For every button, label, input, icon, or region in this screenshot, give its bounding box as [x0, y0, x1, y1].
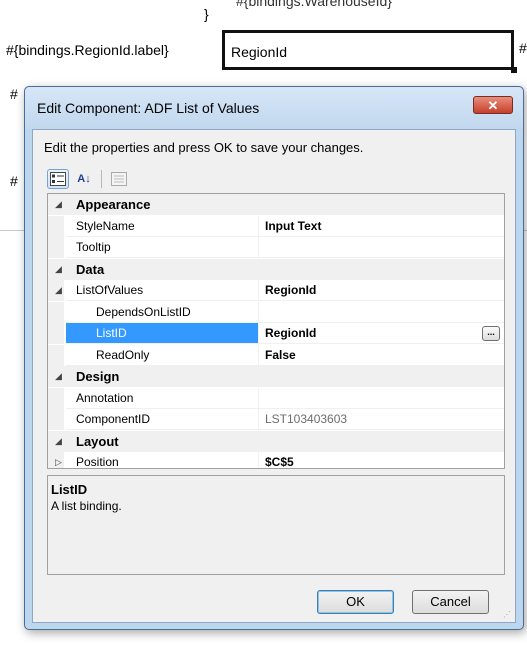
category-label: Data	[76, 261, 105, 277]
hash-mark: #	[519, 40, 527, 56]
hash-mark-left-2: #	[10, 173, 18, 189]
property-name[interactable]: Position	[66, 452, 258, 468]
dialog-titlebar[interactable]: Edit Component: ADF List of Values ✕	[25, 87, 523, 129]
resize-handle[interactable]	[511, 67, 517, 73]
instructions-text: Edit the properties and press OK to save…	[44, 140, 364, 155]
category-label: Layout	[76, 433, 119, 449]
sort-alphabetical-button[interactable]: A↓	[73, 169, 95, 189]
sort-az-icon: A↓	[77, 173, 91, 185]
collapse-icon[interactable]: ◢	[55, 259, 62, 280]
category-row[interactable]: ◢ Appearance	[48, 194, 504, 215]
category-row[interactable]: ◢ Design	[48, 366, 504, 387]
property-row[interactable]: ▷ Position $C$5	[48, 452, 504, 468]
row-gutter	[48, 301, 64, 323]
row-gutter	[48, 409, 64, 430]
property-pages-button[interactable]	[108, 169, 130, 189]
collapse-icon[interactable]: ◢	[55, 280, 62, 301]
property-name[interactable]: ListOfValues	[66, 280, 258, 301]
property-value[interactable]: Input Text	[258, 215, 504, 237]
categorized-icon	[50, 172, 66, 186]
property-row[interactable]: Tooltip	[48, 237, 504, 258]
property-value[interactable]	[258, 301, 504, 323]
property-value[interactable]: False	[258, 344, 504, 366]
collapse-icon[interactable]: ◢	[55, 194, 62, 215]
property-name[interactable]: DependsOnListID	[66, 302, 258, 323]
description-panel: ListID A list binding.	[47, 475, 505, 575]
cancel-button[interactable]: Cancel	[412, 590, 489, 614]
category-label: Appearance	[76, 197, 151, 212]
row-gutter	[48, 237, 64, 258]
collapse-icon[interactable]: ◢	[55, 366, 62, 387]
property-name[interactable]: StyleName	[66, 216, 258, 237]
property-grid: ◢ Appearance StyleName Input Text Tooltip ◢ Da…	[47, 193, 505, 469]
property-value[interactable]: RegionId...	[258, 323, 504, 344]
expand-icon[interactable]: ▷	[55, 452, 62, 468]
region-id-field[interactable]: RegionId	[222, 30, 514, 70]
dialog-body: Edit the properties and press OK to save…	[32, 129, 516, 623]
close-button[interactable]: ✕	[473, 96, 513, 114]
property-name[interactable]: Annotation	[66, 388, 258, 409]
property-value[interactable]: RegionId	[258, 280, 504, 301]
binding-fragment: #{bindings.WarehouseId}	[236, 0, 392, 9]
row-gutter	[48, 215, 64, 237]
property-row[interactable]: ReadOnly False	[48, 344, 504, 366]
category-label: Design	[76, 369, 120, 384]
category-row[interactable]: ◢ Layout	[48, 430, 504, 452]
property-value[interactable]	[258, 237, 504, 258]
property-value[interactable]	[258, 387, 504, 409]
property-name[interactable]: Tooltip	[66, 237, 258, 258]
property-value[interactable]: $C$5	[258, 452, 504, 468]
property-row[interactable]: ComponentID LST103403603	[48, 409, 504, 430]
property-row[interactable]: ListID RegionId...	[48, 323, 504, 344]
property-value[interactable]: LST103403603	[258, 409, 504, 430]
edit-component-dialog: Edit Component: ADF List of Values ✕ Edi…	[24, 86, 524, 630]
brace-text: }	[204, 6, 209, 22]
description-title: ListID	[51, 482, 88, 497]
resize-grip-icon[interactable]: ⋰	[503, 610, 513, 620]
row-gutter	[48, 344, 64, 366]
row-gutter	[48, 387, 64, 409]
property-row[interactable]: StyleName Input Text	[48, 215, 504, 237]
property-toolbar: A↓	[47, 168, 130, 190]
region-label-binding: #{bindings.RegionId.label}	[6, 42, 169, 58]
property-row[interactable]: DependsOnListID	[48, 301, 504, 323]
description-text: A list binding.	[51, 499, 122, 513]
row-gutter	[48, 323, 64, 344]
toolbar-separator	[101, 170, 102, 188]
property-pages-icon	[111, 172, 127, 186]
dialog-title: Edit Component: ADF List of Values	[37, 100, 260, 116]
property-name[interactable]: ListID	[66, 323, 258, 344]
property-row[interactable]: ◢ ListOfValues RegionId	[48, 280, 504, 301]
category-row[interactable]: ◢ Data	[48, 258, 504, 280]
close-icon: ✕	[487, 98, 499, 113]
hash-mark-left: #	[10, 86, 18, 102]
property-name[interactable]: ComponentID	[66, 409, 258, 430]
property-name[interactable]: ReadOnly	[66, 345, 258, 366]
collapse-icon[interactable]: ◢	[55, 431, 62, 452]
categorized-button[interactable]	[47, 169, 69, 189]
ok-button[interactable]: OK	[317, 590, 394, 614]
property-row[interactable]: Annotation	[48, 387, 504, 409]
region-id-value: RegionId	[231, 44, 288, 60]
ellipsis-button[interactable]: ...	[482, 326, 500, 341]
